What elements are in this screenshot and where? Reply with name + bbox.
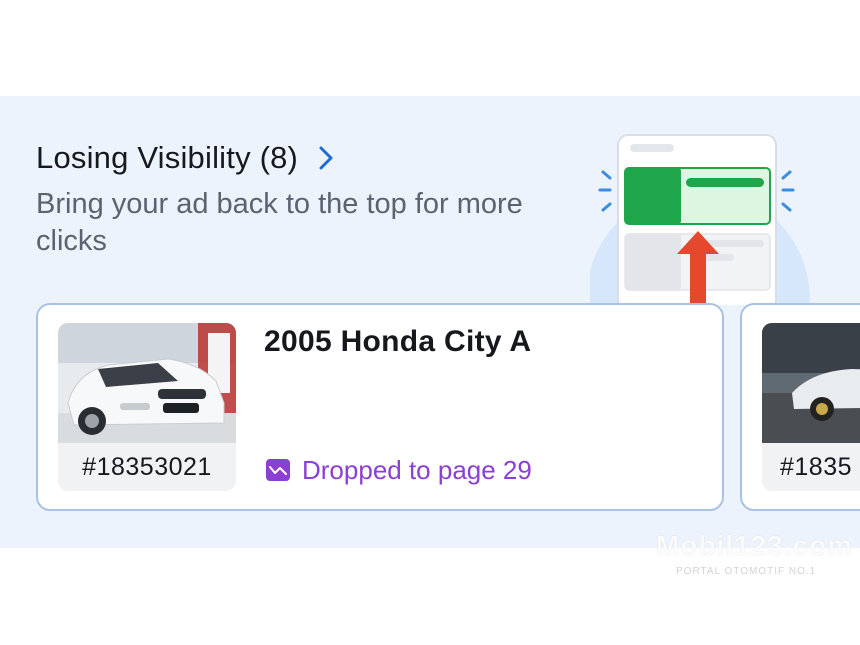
ad-card[interactable]: #1835: [740, 303, 860, 511]
ad-card[interactable]: #18353021 2005 Honda City A Dropped to p…: [36, 303, 724, 511]
watermark-brand: Mobil123.com: [656, 530, 854, 561]
section-subtitle: Bring your ad back to the top for more c…: [36, 188, 523, 257]
ad-id: #1835: [780, 452, 853, 481]
car-photo: [58, 323, 236, 443]
chevron-right-icon: [314, 143, 338, 173]
car-photo: [762, 323, 860, 443]
ad-thumbnail-block: #1835: [762, 323, 860, 491]
visibility-status-text: Dropped to page 29: [302, 454, 532, 485]
section-header-link[interactable]: Losing Visibility (8): [36, 138, 338, 178]
watermark-tagline: PORTAL OTOMOTIF NO.1: [676, 566, 817, 577]
boost-illustration: [586, 130, 810, 412]
ad-thumbnail-block: #18353021: [58, 323, 236, 491]
section-title: Losing Visibility (8): [36, 140, 299, 175]
ad-title[interactable]: 2005 Honda City A: [264, 325, 531, 359]
trend-down-icon: [266, 459, 290, 481]
ad-id: #18353021: [82, 452, 212, 481]
visibility-status: Dropped to page 29: [266, 453, 532, 487]
